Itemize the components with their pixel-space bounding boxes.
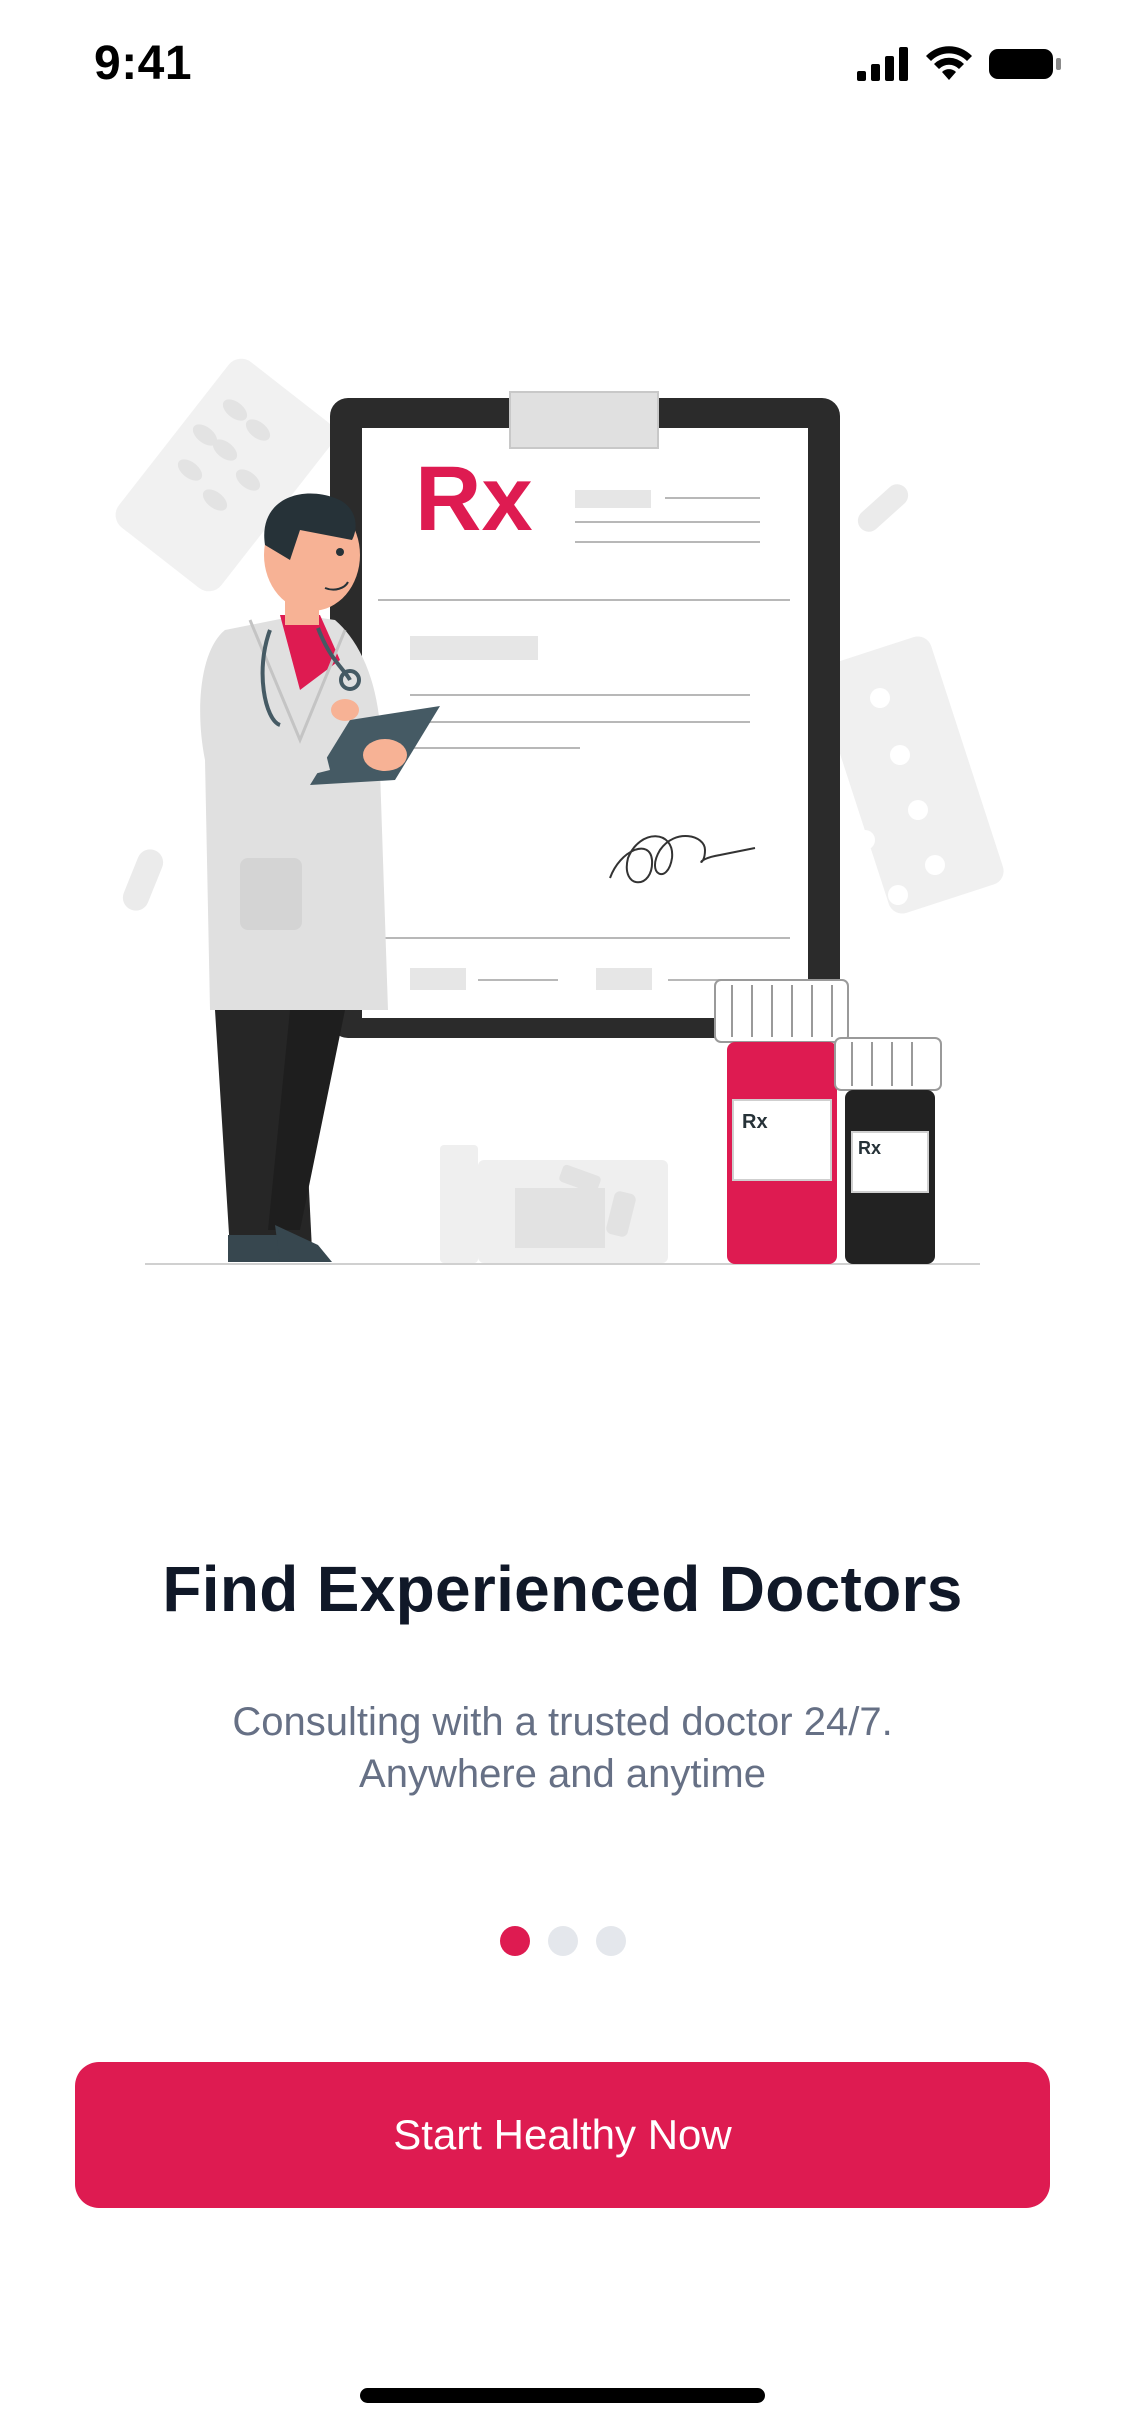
page-dot-3[interactable] <box>595 1926 626 1956</box>
bottle-rx-label-1: Rx <box>742 1111 768 1133</box>
medicine-bottle-red: Rx <box>714 979 849 1264</box>
subtitle-line-2: Anywhere and anytime <box>359 1752 766 1796</box>
illustration-svg: Rx Rx Rx <box>115 358 1004 1265</box>
status-time: 9:41 <box>94 37 193 90</box>
status-bar: 9:41 <box>0 0 1125 132</box>
start-healthy-now-button[interactable]: Start Healthy Now <box>75 2062 1050 2208</box>
page-dot-1[interactable] <box>499 1926 530 1956</box>
pill-pack-right <box>816 636 1004 914</box>
status-icons <box>857 46 1063 82</box>
doctor-writing-prescription-illustration: Rx Rx Rx <box>0 330 1125 1290</box>
onboarding-subtitle: Consulting with a trusted doctor 24/7. A… <box>150 1696 975 1800</box>
home-indicator[interactable] <box>360 2388 765 2403</box>
battery-icon <box>989 49 1061 79</box>
wifi-icon <box>926 46 972 80</box>
subtitle-line-1: Consulting with a trusted doctor 24/7. <box>232 1700 893 1744</box>
medicine-bottle-black: Rx <box>834 1037 942 1264</box>
page-indicator <box>0 1926 1125 1956</box>
medicine-boxes <box>440 1145 668 1263</box>
rx-symbol: Rx <box>415 448 533 550</box>
bottle-rx-label-2: Rx <box>858 1138 881 1158</box>
onboarding-title: Find Experienced Doctors <box>162 1553 963 1625</box>
page-dot-2[interactable] <box>547 1926 578 1956</box>
cellular-signal-icon <box>857 47 908 81</box>
